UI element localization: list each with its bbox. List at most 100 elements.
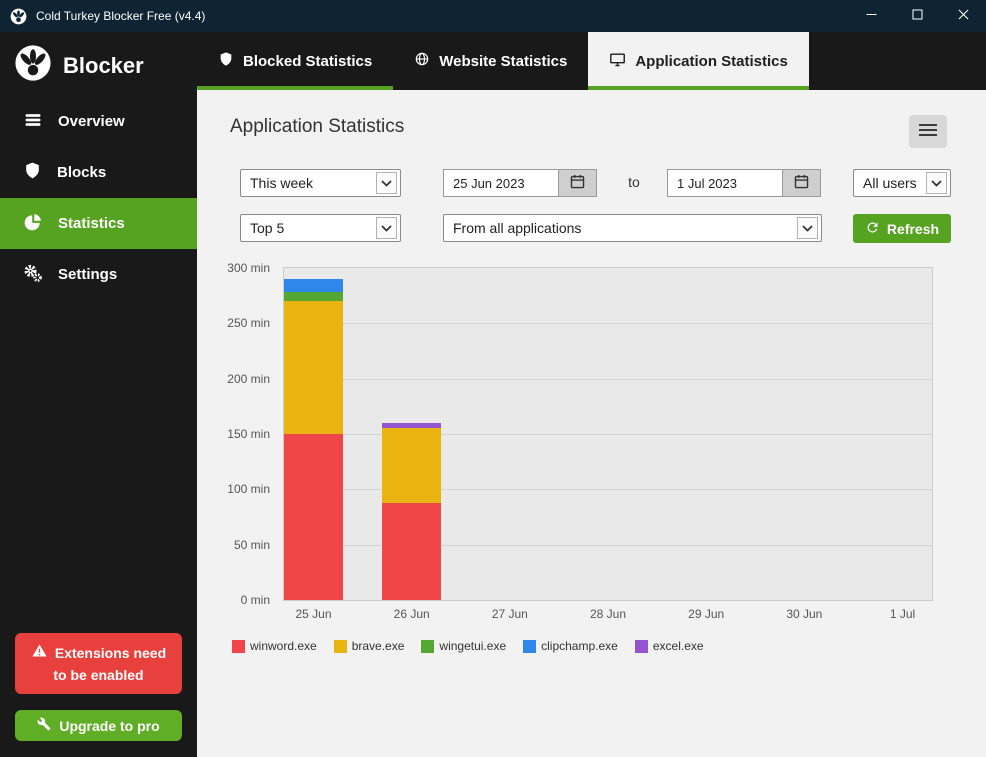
hamburger-icon xyxy=(918,123,938,140)
x-tick-label: 1 Jul xyxy=(858,607,948,621)
applications-chart: 0 min 50 min 100 min 150 min 200 min 250 min 3… xyxy=(197,267,986,679)
legend-item-winword.exe[interactable]: winword.exe xyxy=(232,639,317,653)
sidebar-item-label: Overview xyxy=(58,113,125,130)
content: Application Statistics This week xyxy=(197,90,986,757)
stacked-bar-26 Jun xyxy=(382,423,441,600)
y-tick-label: 0 min xyxy=(241,593,270,607)
users-select-value: All users xyxy=(854,175,923,191)
x-tick-label: 26 Jun xyxy=(367,607,457,621)
sidebar-item-settings[interactable]: Settings xyxy=(0,249,197,300)
legend-label: wingetui.exe xyxy=(439,639,506,653)
source-select-value: From all applications xyxy=(444,220,794,236)
tab-application-statistics[interactable]: Application Statistics xyxy=(588,32,809,90)
x-tick-label: 27 Jun xyxy=(465,607,555,621)
legend-item-wingetui.exe[interactable]: wingetui.exe xyxy=(421,639,506,653)
legend-label: excel.exe xyxy=(653,639,704,653)
x-axis: 25 Jun26 Jun27 Jun28 Jun29 Jun30 Jun1 Ju… xyxy=(284,607,932,623)
sidebar: Blocker Overview Blocks xyxy=(0,32,197,757)
legend-swatch xyxy=(635,640,648,653)
sidebar-menu: Overview Blocks Statistics xyxy=(0,96,197,300)
period-select-value: This week xyxy=(241,175,373,191)
date-from-group xyxy=(443,169,597,197)
bar-segment-wingetui.exe xyxy=(284,292,343,301)
shield-icon xyxy=(23,161,42,184)
bar-segment-clipchamp.exe xyxy=(284,279,343,292)
calendar-icon xyxy=(569,173,586,193)
y-tick-label: 150 min xyxy=(227,427,270,441)
maximize-icon xyxy=(912,7,923,25)
app-window: Cold Turkey Blocker Free (v4.4) xyxy=(0,0,986,757)
legend-item-brave.exe[interactable]: brave.exe xyxy=(334,639,405,653)
legend-swatch xyxy=(421,640,434,653)
y-tick-label: 200 min xyxy=(227,372,270,386)
close-button[interactable] xyxy=(940,0,986,32)
shield-icon xyxy=(218,51,234,71)
y-tick-label: 100 min xyxy=(227,482,270,496)
legend-swatch xyxy=(334,640,347,653)
x-tick-label: 25 Jun xyxy=(269,607,359,621)
stacked-bar-25 Jun xyxy=(284,279,343,600)
date-from-input[interactable] xyxy=(443,169,558,197)
upgrade-to-pro-button[interactable]: Upgrade to pro xyxy=(15,710,182,741)
minimize-button[interactable] xyxy=(848,0,894,32)
sidebar-item-statistics[interactable]: Statistics xyxy=(0,198,197,249)
legend-swatch xyxy=(523,640,536,653)
refresh-label: Refresh xyxy=(887,221,939,237)
chevron-down-icon xyxy=(797,217,818,239)
chevron-down-icon xyxy=(926,172,947,194)
period-select[interactable]: This week xyxy=(240,169,401,197)
extensions-warning-line2: to be enabled xyxy=(53,667,143,683)
y-tick-label: 250 min xyxy=(227,316,270,330)
maximize-button[interactable] xyxy=(894,0,940,32)
app-logo-icon xyxy=(10,8,27,25)
legend-item-excel.exe[interactable]: excel.exe xyxy=(635,639,704,653)
overview-icon xyxy=(23,110,43,134)
sidebar-item-blocks[interactable]: Blocks xyxy=(0,147,197,198)
top-n-select[interactable]: Top 5 xyxy=(240,214,401,242)
chevron-down-icon xyxy=(376,172,397,194)
tab-label: Website Statistics xyxy=(439,53,567,70)
refresh-button[interactable]: Refresh xyxy=(853,214,951,243)
turkey-logo-icon xyxy=(14,44,52,87)
sidebar-bottom: Extensions need to be enabled Upgrade to… xyxy=(15,633,182,741)
sidebar-item-overview[interactable]: Overview xyxy=(0,96,197,147)
date-to-input[interactable] xyxy=(667,169,782,197)
chevron-down-icon xyxy=(376,217,397,239)
tab-blocked-statistics[interactable]: Blocked Statistics xyxy=(197,32,393,90)
window-controls xyxy=(848,0,986,32)
date-from-calendar-button[interactable] xyxy=(558,169,597,197)
users-select[interactable]: All users xyxy=(853,169,951,197)
chart-menu-button[interactable] xyxy=(909,115,947,148)
date-range-to-label: to xyxy=(621,174,647,190)
extensions-warning-button[interactable]: Extensions need to be enabled xyxy=(15,633,182,694)
tabbar: Blocked Statistics Website Statistics Ap… xyxy=(197,32,986,90)
tab-website-statistics[interactable]: Website Statistics xyxy=(393,32,588,90)
bar-segment-brave.exe xyxy=(284,301,343,434)
date-to-calendar-button[interactable] xyxy=(782,169,821,197)
globe-icon xyxy=(414,51,430,71)
bar-segment-brave.exe xyxy=(382,428,441,502)
sidebar-item-label: Settings xyxy=(58,266,117,283)
gridline xyxy=(284,323,932,324)
y-axis: 0 min50 min100 min150 min200 min250 min3… xyxy=(197,267,276,601)
legend-swatch xyxy=(232,640,245,653)
y-tick-label: 50 min xyxy=(234,538,270,552)
gridline xyxy=(284,379,932,380)
plot-area xyxy=(283,267,933,601)
tab-label: Blocked Statistics xyxy=(243,53,372,70)
wrench-icon xyxy=(37,717,51,734)
gears-icon xyxy=(23,263,43,287)
y-tick-label: 300 min xyxy=(227,261,270,275)
brand: Blocker xyxy=(0,32,197,96)
calendar-icon xyxy=(793,173,810,193)
pie-chart-icon xyxy=(23,212,43,236)
refresh-icon xyxy=(865,220,880,238)
extensions-warning-line1: Extensions need xyxy=(19,642,178,664)
sidebar-item-label: Statistics xyxy=(58,215,125,232)
window-title: Cold Turkey Blocker Free (v4.4) xyxy=(36,9,205,23)
tab-label: Application Statistics xyxy=(635,53,788,70)
legend-item-clipchamp.exe[interactable]: clipchamp.exe xyxy=(523,639,618,653)
x-tick-label: 30 Jun xyxy=(759,607,849,621)
minimize-icon xyxy=(866,7,877,25)
source-select[interactable]: From all applications xyxy=(443,214,822,242)
